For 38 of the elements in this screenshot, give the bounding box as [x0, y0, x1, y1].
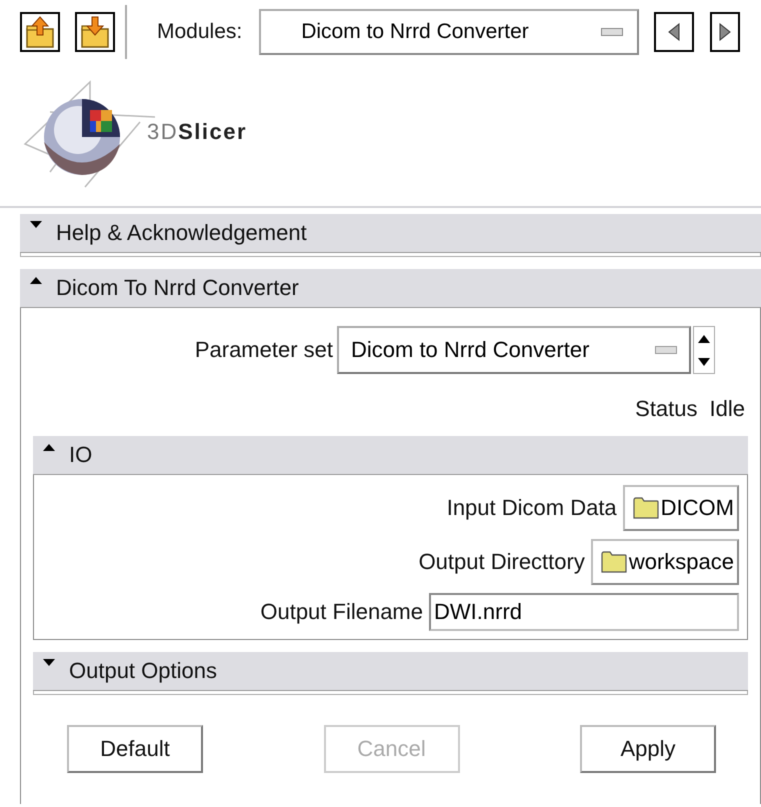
left-arrow-icon — [668, 23, 680, 41]
previous-module-button[interactable] — [654, 12, 694, 52]
parameter-set-label: Parameter set — [194, 337, 333, 363]
expand-arrow-icon[interactable] — [43, 659, 55, 667]
action-button[interactable]: Apply — [580, 725, 716, 773]
directory-button[interactable]: workspace — [590, 539, 739, 585]
field-label: Output Directtory — [418, 549, 585, 575]
section-header[interactable]: Help & Acknowledgement — [20, 214, 761, 253]
status-label: Status — [635, 396, 698, 422]
parameter-set-dropdown[interactable]: Dicom to Nrrd Converter — [337, 326, 691, 374]
section-header[interactable]: IO — [33, 436, 748, 475]
download-folder-icon[interactable] — [75, 12, 115, 52]
collapse-arrow-icon[interactable] — [43, 443, 55, 451]
field-label: Output Filename — [260, 599, 423, 625]
section-title: Dicom To Nrrd Converter — [56, 275, 299, 301]
section-title: Help & Acknowledgement — [56, 220, 307, 246]
down-arrow-icon — [698, 358, 710, 366]
modules-label: Modules: — [157, 20, 242, 44]
upload-folder-icon[interactable] — [20, 12, 60, 52]
right-arrow-icon — [719, 23, 732, 41]
expand-arrow-icon[interactable] — [30, 221, 42, 229]
folder-icon — [632, 497, 659, 519]
status-value: Idle — [710, 396, 745, 422]
module-dropdown[interactable]: Dicom to Nrrd Converter — [259, 9, 640, 55]
logo-text: 3DSlicer — [147, 119, 248, 145]
folder-icon — [600, 551, 627, 573]
next-module-button[interactable] — [710, 12, 740, 52]
section-title: IO — [69, 442, 92, 468]
field-label: Input Dicom Data — [446, 495, 617, 521]
spinner-button[interactable] — [693, 326, 715, 374]
section-header[interactable]: Output Options — [33, 652, 748, 691]
section-title: Output Options — [69, 658, 217, 684]
section-header[interactable]: Dicom To Nrrd Converter — [20, 269, 761, 308]
directory-button[interactable]: DICOM — [622, 485, 739, 531]
up-arrow-icon — [698, 334, 710, 342]
filename-field[interactable]: DWI.nrrd — [429, 593, 739, 631]
action-button[interactable]: Default — [67, 725, 203, 773]
collapse-arrow-icon[interactable] — [30, 276, 42, 284]
